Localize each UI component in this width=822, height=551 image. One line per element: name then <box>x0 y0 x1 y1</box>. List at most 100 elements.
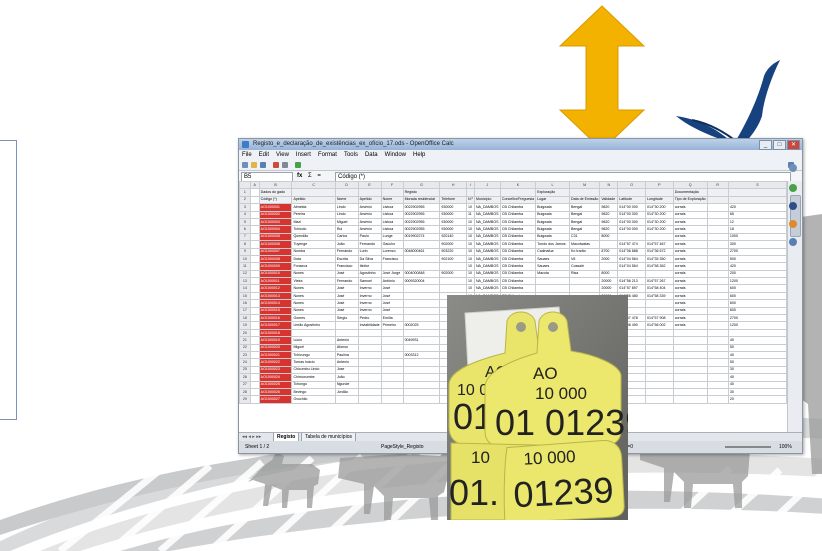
table-cell[interactable]: Samuel <box>357 277 382 286</box>
table-cell[interactable]: Da Silva <box>357 254 382 264</box>
table-cell[interactable]: corrais <box>672 225 708 234</box>
table-cell[interactable]: Tchongo <box>291 380 336 389</box>
table-cell[interactable]: Chimuxumbe <box>291 373 336 382</box>
table-cell[interactable]: Miguel <box>334 217 359 227</box>
table-cell[interactable]: 9820 <box>599 217 619 227</box>
row-header[interactable]: 8 <box>239 240 251 249</box>
table-cell[interactable] <box>706 373 729 382</box>
table-cell[interactable]: 0022902955 <box>402 203 441 212</box>
table-cell[interactable] <box>357 387 382 397</box>
column-header[interactable]: R <box>706 181 729 190</box>
table-cell[interactable] <box>706 210 729 219</box>
table-cell[interactable]: 014°57 908 <box>645 314 674 323</box>
table-cell[interactable]: 200 <box>727 269 787 279</box>
code-cell[interactable]: AO1000023 <box>258 365 293 375</box>
table-cell[interactable] <box>402 373 441 382</box>
table-cell[interactable]: 014°58 362 <box>645 262 674 271</box>
table-cell[interactable] <box>599 262 619 271</box>
table-cell[interactable]: Lúcio <box>291 336 336 345</box>
table-cell[interactable]: corrais <box>672 247 708 256</box>
code-cell[interactable]: AO1000008 <box>258 254 293 264</box>
table-cell[interactable]: Lisboa <box>380 225 404 234</box>
table-cell[interactable]: 65 <box>727 210 787 219</box>
table-cell[interactable]: Lindo <box>334 210 359 219</box>
table-cell[interactable]: 014°57 474 <box>617 240 647 249</box>
table-cell[interactable]: Ngunde <box>334 380 359 389</box>
table-cell[interactable]: Fernando <box>334 277 359 286</box>
menu-insert[interactable]: Insert <box>296 150 311 160</box>
table-cell[interactable] <box>645 380 674 389</box>
table-cell[interactable]: 11 <box>465 210 475 219</box>
column-header[interactable]: M <box>568 181 601 190</box>
row-header[interactable]: 10 <box>239 254 251 264</box>
table-cell[interactable]: Bengal <box>568 217 601 227</box>
table-cell[interactable] <box>249 387 260 397</box>
table-cell[interactable]: CB Chilamba <box>499 217 537 227</box>
table-cell[interactable]: Buigwala <box>535 217 570 227</box>
table-cell[interactable]: 9820 <box>599 210 619 219</box>
table-cell[interactable]: Nunes <box>291 306 336 316</box>
table-cell[interactable] <box>706 321 729 330</box>
table-cell[interactable]: Telefone <box>439 195 467 205</box>
column-header[interactable]: J <box>473 181 501 190</box>
table-cell[interactable] <box>334 321 359 330</box>
table-cell[interactable]: 40 <box>727 336 787 345</box>
code-cell[interactable]: AO1000027 <box>258 395 293 404</box>
table-cell[interactable]: corrais <box>672 254 708 264</box>
table-cell[interactable]: 600 <box>727 291 787 301</box>
table-cell[interactable]: Latitude <box>617 195 647 205</box>
table-cell[interactable] <box>402 358 441 367</box>
table-cell[interactable] <box>535 284 570 293</box>
menu-view[interactable]: View <box>276 150 289 160</box>
table-cell[interactable]: Inverno <box>357 284 382 293</box>
print-icon[interactable] <box>282 162 288 168</box>
code-cell[interactable]: AO1000020 <box>258 343 293 353</box>
row-header[interactable]: 27 <box>239 380 251 389</box>
table-cell[interactable] <box>357 395 382 404</box>
table-cell[interactable] <box>672 358 708 367</box>
table-cell[interactable] <box>727 195 787 205</box>
table-cell[interactable]: Gaúcho <box>380 240 404 249</box>
table-cell[interactable] <box>249 358 260 367</box>
table-cell[interactable]: corrais <box>672 203 708 212</box>
table-cell[interactable]: José <box>334 284 359 293</box>
table-cell[interactable]: 18 <box>727 225 787 234</box>
table-cell[interactable]: Sauaes <box>535 254 570 264</box>
table-cell[interactable] <box>380 380 404 389</box>
table-cell[interactable]: 600 <box>727 306 787 316</box>
table-cell[interactable] <box>727 328 787 338</box>
table-cell[interactable] <box>380 350 404 360</box>
row-header[interactable]: 25 <box>239 365 251 375</box>
code-cell[interactable]: AO1000021 <box>258 350 293 360</box>
table-cell[interactable]: Bengal <box>568 210 601 219</box>
row-header[interactable]: 24 <box>239 358 251 367</box>
column-header[interactable]: H <box>439 181 467 190</box>
table-cell[interactable] <box>357 373 382 382</box>
table-cell[interactable]: Bengal <box>568 225 601 234</box>
column-header[interactable]: P <box>645 181 674 190</box>
table-cell[interactable] <box>291 188 336 197</box>
table-cell[interactable] <box>249 284 260 293</box>
table-cell[interactable]: 10 <box>465 269 475 279</box>
table-cell[interactable]: 014°57 467 <box>645 240 674 249</box>
table-cell[interactable]: Apelido <box>357 195 382 205</box>
column-header[interactable]: K <box>499 181 537 190</box>
table-cell[interactable] <box>380 358 404 367</box>
table-cell[interactable]: Lorenzo <box>380 247 404 256</box>
table-cell[interactable]: 12 <box>727 217 787 227</box>
table-cell[interactable] <box>706 365 729 375</box>
table-cell[interactable]: corrais <box>672 240 708 249</box>
table-cell[interactable]: José <box>380 299 404 308</box>
table-cell[interactable]: Inverno <box>357 299 382 308</box>
table-cell[interactable] <box>672 373 708 382</box>
save-icon[interactable] <box>260 162 266 168</box>
table-cell[interactable]: Apelido <box>291 195 336 205</box>
table-cell[interactable]: NA_DAMBOS <box>473 262 501 271</box>
table-cell[interactable]: Francisco <box>380 254 404 264</box>
code-cell[interactable]: Código (*) <box>258 195 293 205</box>
table-cell[interactable]: Buigwala <box>535 232 570 242</box>
table-cell[interactable]: Chicumbu Lindo <box>291 365 336 375</box>
column-header[interactable]: N <box>599 181 619 190</box>
table-cell[interactable] <box>706 306 729 316</box>
table-cell[interactable] <box>706 387 729 397</box>
